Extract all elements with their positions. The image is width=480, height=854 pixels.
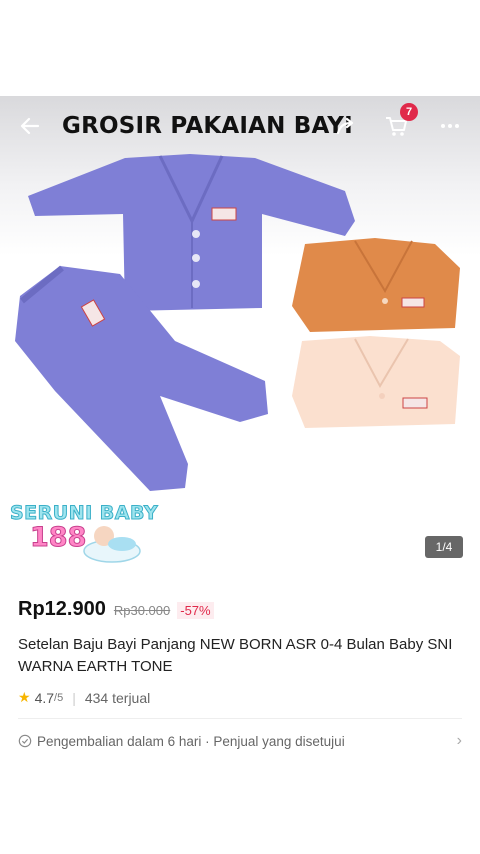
store-logo-text: SERUNI BABY	[9, 502, 159, 525]
discount-badge: -57%	[177, 602, 214, 619]
share-button[interactable]	[330, 110, 362, 142]
rating-scale: /5	[54, 691, 64, 704]
status-area	[0, 0, 480, 96]
service-text: Pengembalian dalam 6 hari · Penjual yang…	[37, 733, 345, 749]
chevron-right-icon: ›	[456, 732, 462, 749]
arrow-left-icon	[20, 117, 40, 135]
check-circle-icon	[18, 734, 32, 748]
peach-shirt	[292, 336, 460, 428]
star-icon: ★	[18, 689, 31, 705]
image-counter: 1/4	[425, 536, 463, 558]
share-icon	[336, 117, 354, 135]
rating-row[interactable]: ★ 4.7 /5 | 434 terjual	[18, 689, 462, 706]
more-horizontal-icon	[441, 124, 459, 128]
more-button[interactable]	[434, 110, 466, 142]
product-image-gallery[interactable]: GROSIR PAKAIAN BAYI 7 SERUNI BABY 188 1/…	[0, 96, 480, 574]
price: Rp12.900	[18, 598, 106, 620]
orange-shirt	[292, 238, 460, 332]
store-logo-number: 188	[29, 522, 87, 554]
product-page: GROSIR PAKAIAN BAYI 7 SERUNI BABY 188 1/…	[0, 0, 480, 854]
sold-count: 434 terjual	[84, 689, 151, 706]
cart-button[interactable]: 7	[380, 103, 418, 142]
price-row: Rp12.900 Rp30.000 -57%	[18, 598, 462, 621]
separator: |	[72, 689, 76, 706]
product-title: Setelan Baju Bayi Panjang NEW BORN ASR 0…	[18, 636, 453, 675]
rating-value: 4.7	[34, 689, 55, 706]
store-logo-mascot	[83, 526, 141, 563]
top-bar: 7	[0, 96, 480, 156]
service-info-row[interactable]: Pengembalian dalam 6 hari · Penjual yang…	[18, 732, 462, 750]
cart-count-badge: 7	[400, 103, 418, 121]
original-price: Rp30.000	[113, 603, 171, 618]
divider	[18, 718, 462, 719]
back-button[interactable]	[14, 110, 46, 142]
product-info: Rp12.900 Rp30.000 -57% Setelan Baju Bayi…	[0, 598, 480, 750]
